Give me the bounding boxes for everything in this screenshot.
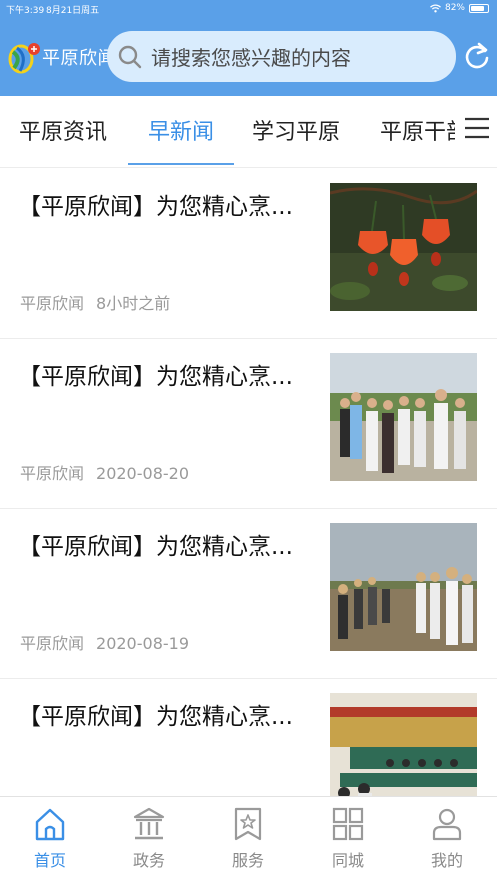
menu-icon[interactable] bbox=[464, 116, 490, 140]
tab-pingyuan-news[interactable]: 平原资讯 bbox=[19, 114, 107, 146]
news-title: 【平原欣闻】为您精心烹... bbox=[18, 704, 293, 730]
status-right: 82% bbox=[430, 3, 489, 13]
nav-government[interactable]: 政务 bbox=[119, 807, 179, 871]
nav-profile-label: 我的 bbox=[430, 851, 463, 870]
nav-profile[interactable]: 我的 bbox=[417, 807, 477, 871]
news-source: 平原欣闻 bbox=[20, 464, 85, 483]
search-placeholder: 请搜索您感兴趣的内容 bbox=[151, 46, 351, 70]
nav-city-label: 同城 bbox=[331, 851, 364, 870]
news-time: 2020-08-19 bbox=[96, 634, 189, 653]
category-tabs: 平原资讯 早新闻 学习平原 平原干部 bbox=[0, 96, 497, 168]
news-title: 【平原欣闻】为您精心烹... bbox=[18, 364, 293, 390]
status-date: 8月21日周五 bbox=[46, 6, 100, 16]
news-item[interactable]: 【平原欣闻】为您精心烹... 平原欣闻 8小时之前 bbox=[0, 169, 497, 339]
battery-icon bbox=[469, 3, 489, 13]
city-grid-icon bbox=[332, 807, 364, 841]
wifi-icon bbox=[430, 3, 441, 12]
news-meta: 平原欣闻 2020-08-20 bbox=[20, 460, 189, 484]
news-thumbnail-field-visit bbox=[330, 523, 477, 651]
brand-name: 平原欣闻 bbox=[42, 48, 116, 69]
nav-city[interactable]: 同城 bbox=[318, 807, 378, 871]
news-title: 【平原欣闻】为您精心烹... bbox=[18, 194, 293, 220]
nav-service[interactable]: 服务 bbox=[218, 807, 278, 871]
search-bar[interactable]: 请搜索您感兴趣的内容 bbox=[107, 31, 456, 82]
status-time: 下午3:39 bbox=[6, 6, 45, 16]
news-thumbnail-officials-inspection bbox=[330, 353, 477, 481]
news-time: 2020-08-20 bbox=[96, 464, 189, 483]
news-time: 8小时之前 bbox=[96, 294, 171, 313]
status-bar: 下午3:39 8月21日周五 82% bbox=[0, 0, 497, 18]
nav-service-label: 服务 bbox=[231, 851, 264, 870]
active-tab-indicator bbox=[128, 163, 234, 165]
news-meta: 平原欣闻 8小时之前 bbox=[20, 290, 170, 314]
news-source: 平原欣闻 bbox=[20, 294, 85, 313]
app-logo bbox=[8, 43, 40, 74]
news-meta: 平原欣闻 2020-08-19 bbox=[20, 630, 189, 654]
search-icon bbox=[118, 45, 142, 68]
nav-government-label: 政务 bbox=[132, 851, 165, 870]
news-item[interactable]: 【平原欣闻】为您精心烹... 平原欣闻 2020-08-19 bbox=[0, 509, 497, 679]
news-title: 【平原欣闻】为您精心烹... bbox=[18, 534, 293, 560]
user-icon bbox=[432, 808, 462, 841]
news-item[interactable]: 【平原欣闻】为您精心烹... 平原欣闻 2020-08-20 bbox=[0, 339, 497, 509]
tab-morning-news[interactable]: 早新闻 bbox=[148, 114, 214, 146]
refresh-icon[interactable] bbox=[463, 40, 491, 72]
nav-home-label: 首页 bbox=[33, 851, 66, 870]
service-icon bbox=[234, 807, 262, 841]
tab-study-pingyuan[interactable]: 学习平原 bbox=[252, 114, 340, 146]
bottom-nav: 首页 政务 服务 同城 我的 bbox=[0, 796, 497, 883]
home-icon bbox=[35, 808, 65, 841]
battery-percent: 82% bbox=[444, 3, 465, 13]
battery-level bbox=[471, 5, 484, 11]
app-header: 下午3:39 8月21日周五 82% 平原欣闻 请搜索您感兴趣的内容 bbox=[0, 0, 497, 96]
news-thumbnail-flowers bbox=[330, 183, 477, 311]
nav-home[interactable]: 首页 bbox=[20, 807, 80, 871]
news-source: 平原欣闻 bbox=[20, 634, 85, 653]
government-icon bbox=[133, 807, 165, 840]
